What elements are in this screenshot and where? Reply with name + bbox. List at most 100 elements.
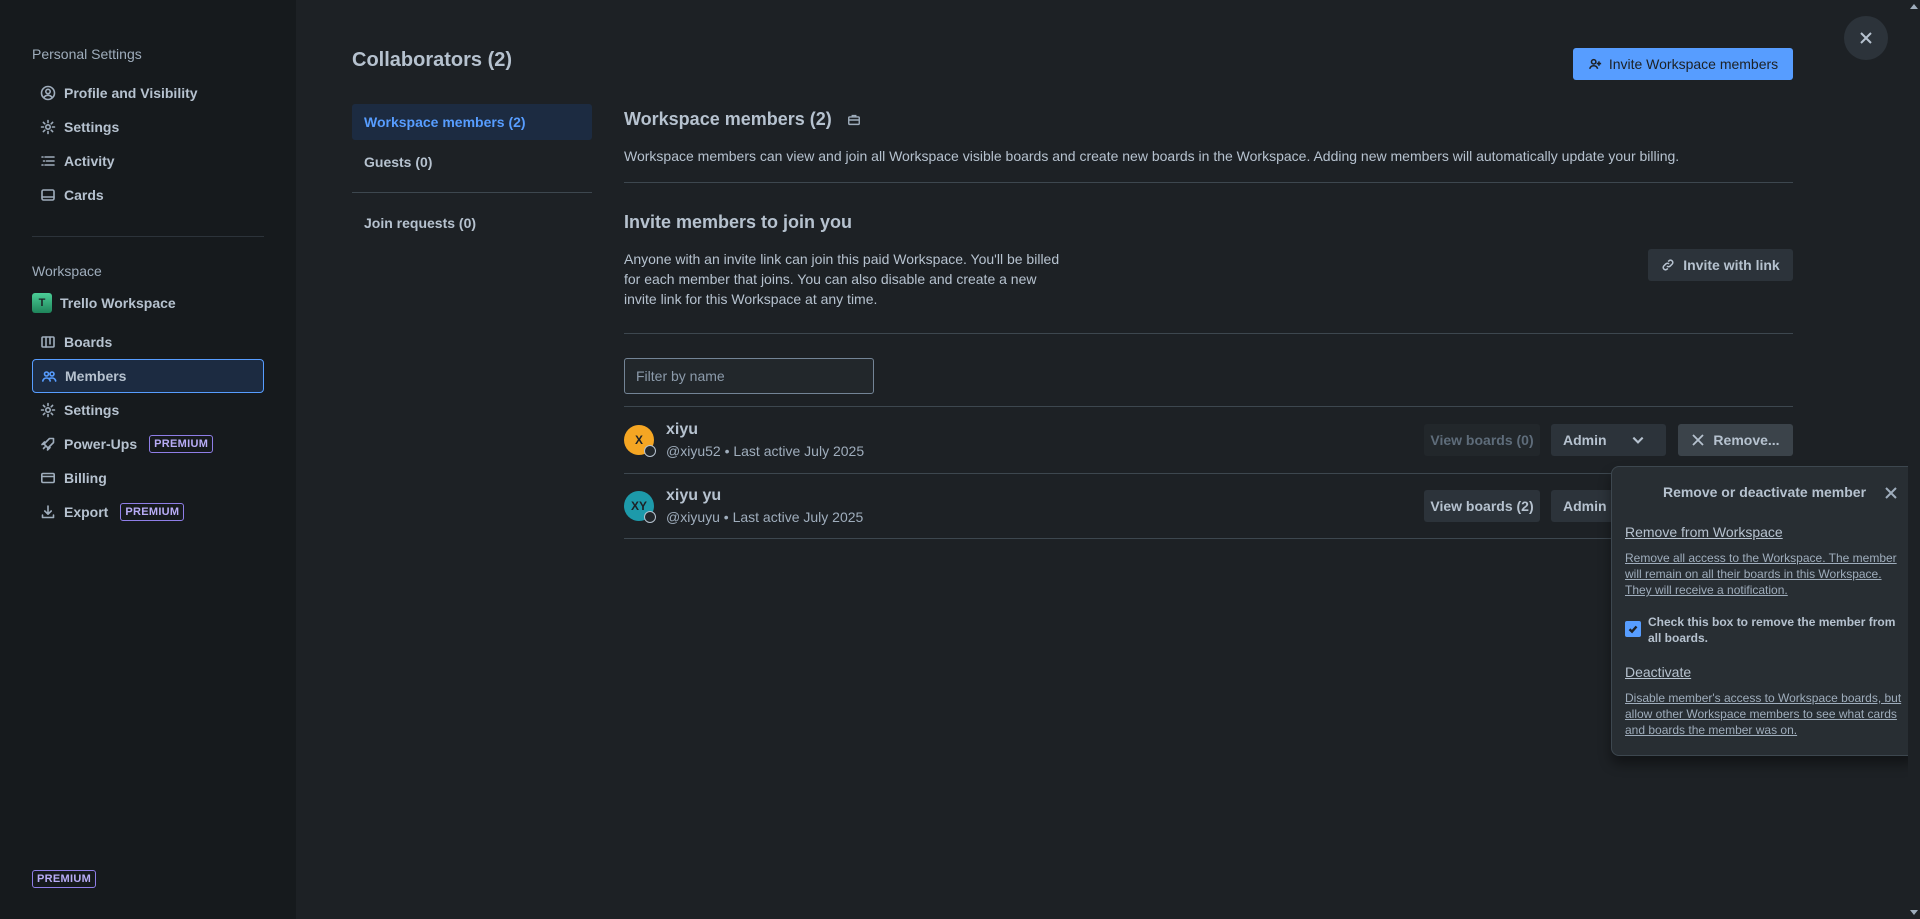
sidebar-item-cards[interactable]: Cards bbox=[32, 178, 264, 212]
remove-from-all-boards-checkbox[interactable] bbox=[1625, 621, 1641, 637]
members-icon bbox=[42, 371, 57, 382]
settings-sidebar: Personal Settings Profile and Visibility… bbox=[0, 0, 296, 919]
tab-workspace-members[interactable]: Workspace members (2) bbox=[352, 104, 592, 140]
role-select[interactable]: Admin bbox=[1551, 424, 1666, 456]
sidebar-item-billing[interactable]: Billing bbox=[32, 461, 264, 495]
scroll-up-arrow-icon[interactable] bbox=[1910, 4, 1918, 9]
close-icon bbox=[1692, 434, 1705, 446]
member-name: xiyu yu bbox=[666, 487, 722, 504]
close-icon[interactable] bbox=[1885, 487, 1897, 499]
role-label: Admin bbox=[1563, 432, 1607, 448]
add-person-icon bbox=[1588, 58, 1601, 70]
sidebar-item-workspace-settings[interactable]: Settings bbox=[32, 393, 264, 427]
remove-description: Remove all access to the Workspace. The … bbox=[1625, 550, 1907, 598]
sidebar-divider bbox=[32, 236, 264, 237]
view-boards-button[interactable]: View boards (2) bbox=[1424, 490, 1540, 522]
popover-title: Remove or deactivate member bbox=[1662, 484, 1867, 500]
checkbox-label-line: Check this box to remove the member from bbox=[1648, 615, 1896, 629]
sidebar-item-label: Activity bbox=[64, 153, 115, 169]
view-boards-button[interactable]: View boards (0) bbox=[1424, 424, 1540, 456]
workspace-members-title-text: Workspace members (2) bbox=[624, 109, 832, 129]
credit-card-icon bbox=[40, 472, 55, 484]
remove-member-popover: Remove or deactivate member Remove from … bbox=[1611, 466, 1916, 756]
member-meta: @xiyu52 • Last active July 2025 bbox=[666, 443, 865, 459]
sidebar-item-boards[interactable]: Boards bbox=[32, 325, 264, 359]
remove-description-line: They will receive a notification. bbox=[1625, 583, 1788, 597]
premium-badge-bottom: PREMIUM bbox=[32, 870, 97, 888]
briefcase-icon bbox=[847, 115, 860, 126]
checkbox-label-line: all boards. bbox=[1648, 631, 1709, 645]
checkbox-label[interactable]: Check this box to remove the member from… bbox=[1648, 614, 1908, 646]
list-divider bbox=[624, 406, 1793, 407]
avatar[interactable]: X bbox=[624, 425, 656, 457]
workspace-switcher[interactable]: T Trello Workspace bbox=[32, 286, 264, 320]
deactivate-link[interactable]: Deactivate bbox=[1625, 664, 1691, 680]
sidebar-item-personal-settings[interactable]: Settings bbox=[32, 110, 264, 144]
deactivate-description-line: and boards the member was on. bbox=[1625, 723, 1798, 737]
invite-with-link-label: Invite with link bbox=[1683, 257, 1780, 273]
invite-description-line: Anyone with an invite link can join this… bbox=[624, 251, 1060, 267]
activity-list-icon bbox=[41, 156, 55, 166]
gear-icon bbox=[40, 402, 56, 418]
sidebar-item-label: Export bbox=[64, 504, 109, 520]
remove-description-line: will remain on all their boards in this … bbox=[1625, 567, 1882, 581]
card-icon bbox=[41, 189, 55, 201]
filter-by-name-input[interactable] bbox=[624, 358, 874, 394]
remove-label: Remove... bbox=[1713, 432, 1780, 448]
rocket-icon bbox=[41, 437, 55, 451]
invite-with-link-button[interactable]: Invite with link bbox=[1648, 249, 1793, 281]
avatar-initials: XY bbox=[630, 499, 647, 513]
sidebar-item-power-ups[interactable]: Power-Ups PREMIUM bbox=[32, 427, 264, 461]
invite-description-line: invite link for this Workspace at any ti… bbox=[624, 291, 878, 307]
workspace-name: Trello Workspace bbox=[60, 295, 176, 311]
remove-from-workspace-link[interactable]: Remove from Workspace bbox=[1625, 524, 1783, 540]
section-divider bbox=[624, 333, 1793, 334]
admin-badge-icon bbox=[644, 511, 656, 523]
invite-workspace-members-button[interactable]: Invite Workspace members bbox=[1573, 48, 1793, 80]
admin-badge-icon bbox=[644, 445, 656, 457]
member-meta: @xiyuyu • Last active July 2025 bbox=[666, 509, 864, 525]
premium-badge: PREMIUM bbox=[120, 503, 185, 521]
role-label: Admin bbox=[1563, 498, 1607, 514]
scrollbar[interactable] bbox=[1908, 0, 1920, 919]
workspace-heading: Workspace bbox=[32, 263, 102, 279]
premium-badge: PREMIUM bbox=[149, 435, 214, 453]
download-icon bbox=[41, 505, 55, 519]
personal-settings-heading: Personal Settings bbox=[32, 46, 142, 62]
deactivate-description-line: Disable member's access to Workspace boa… bbox=[1625, 691, 1902, 705]
sidebar-item-label: Billing bbox=[64, 470, 107, 486]
avatar[interactable]: XY bbox=[624, 491, 656, 523]
section-divider bbox=[624, 182, 1793, 183]
sidebar-item-label: Power-Ups bbox=[64, 436, 138, 452]
tab-guests[interactable]: Guests (0) bbox=[352, 144, 592, 180]
invite-section-description: Anyone with an invite link can join this… bbox=[624, 249, 1084, 309]
workspace-members-title: Workspace members (2) bbox=[624, 109, 861, 130]
avatar-initials: X bbox=[634, 433, 643, 447]
scroll-down-arrow-icon[interactable] bbox=[1910, 910, 1918, 915]
sidebar-item-label: Settings bbox=[64, 119, 120, 135]
deactivate-description-line: allow other Workspace members to see wha… bbox=[1625, 707, 1897, 721]
workspace-members-description: Workspace members can view and join all … bbox=[624, 148, 1680, 164]
sidebar-item-members[interactable]: Members bbox=[32, 359, 264, 393]
sidebar-item-label: Profile and Visibility bbox=[64, 85, 198, 101]
workspace-avatar: T bbox=[32, 293, 52, 313]
remove-button[interactable]: Remove... bbox=[1678, 424, 1793, 456]
page-title: Collaborators (2) bbox=[352, 49, 513, 71]
checkmark-icon bbox=[1628, 625, 1638, 634]
sidebar-item-label: Settings bbox=[64, 402, 120, 418]
boards-icon bbox=[41, 336, 55, 348]
invite-workspace-members-label: Invite Workspace members bbox=[1608, 56, 1779, 72]
link-icon bbox=[1662, 259, 1674, 271]
member-name: xiyu bbox=[666, 421, 699, 438]
sidebar-item-profile[interactable]: Profile and Visibility bbox=[32, 76, 264, 110]
chevron-down-icon bbox=[1632, 436, 1643, 444]
sidebar-item-activity[interactable]: Activity bbox=[32, 144, 264, 178]
tab-join-requests[interactable]: Join requests (0) bbox=[352, 205, 592, 241]
sidebar-item-export[interactable]: Export PREMIUM bbox=[32, 495, 264, 529]
close-button[interactable] bbox=[1844, 16, 1888, 60]
profile-icon bbox=[40, 85, 56, 101]
sidebar-item-label: Members bbox=[65, 368, 127, 384]
sidebar-item-label: Cards bbox=[64, 187, 104, 203]
gear-icon bbox=[40, 119, 56, 135]
invite-description-line: for each member that joins. You can also… bbox=[624, 271, 1037, 287]
